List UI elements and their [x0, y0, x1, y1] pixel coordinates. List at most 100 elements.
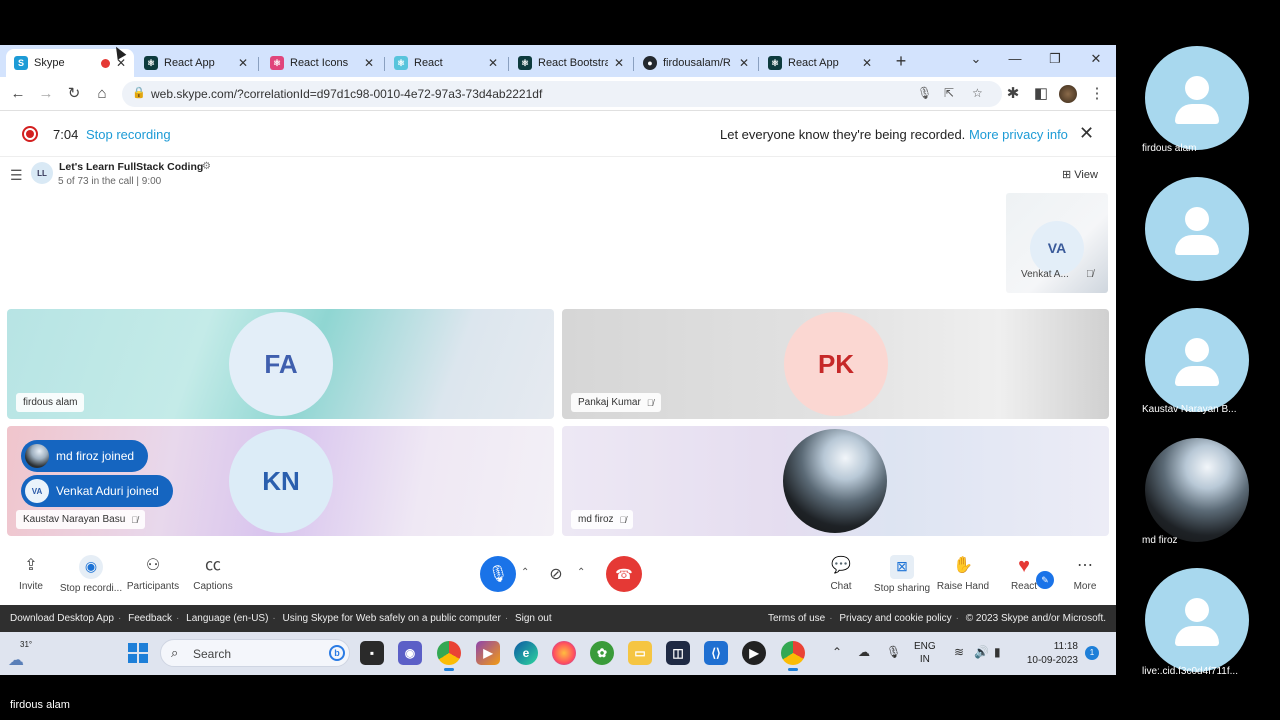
notification-badge[interactable]: 1 [1085, 646, 1099, 660]
close-tab-icon[interactable]: ✕ [739, 56, 749, 70]
task-view-icon[interactable]: ▪ [360, 641, 384, 665]
wifi-icon[interactable]: ≋ [954, 645, 964, 659]
battery-icon[interactable]: ▮ [994, 645, 1001, 659]
participant-avatar: PK [784, 312, 888, 416]
forward-icon[interactable]: → [36, 85, 56, 103]
participant-avatar: VA [25, 479, 49, 503]
sign-out-link[interactable]: Sign out [515, 613, 552, 624]
extensions-icon[interactable]: ✱ [1003, 85, 1023, 103]
group-name[interactable]: Let's Learn FullStack Coding [59, 161, 203, 173]
close-tab-icon[interactable]: ✕ [862, 56, 872, 70]
participant-thumbnail[interactable]: VA Venkat A... 🎙̸ [1006, 193, 1108, 293]
raise-hand-button[interactable]: ✋ Raise Hand [928, 555, 998, 592]
bookmark-star-icon[interactable]: ☆ [972, 86, 983, 100]
participant-photo[interactable] [1145, 438, 1249, 542]
participant-avatar[interactable] [1145, 568, 1249, 672]
download-app-link[interactable]: Download Desktop App [10, 613, 114, 624]
participant-name: live:.cid.f3c0d4f711f... [1142, 666, 1238, 677]
home-icon[interactable]: ⌂ [92, 85, 112, 103]
weather-widget[interactable]: 31° ☁ [8, 640, 38, 669]
tab-react[interactable]: ⚛ React ✕ [386, 49, 506, 77]
privacy-info-link[interactable]: More privacy info [969, 127, 1068, 142]
vscode-icon[interactable]: ⟨⟩ [704, 641, 728, 665]
tab-github[interactable]: ● firdousalam/R ✕ [635, 49, 757, 77]
share-page-icon[interactable]: ⇱ [944, 86, 954, 100]
app-green-icon[interactable]: ✿ [590, 641, 614, 665]
participant-avatar[interactable] [1145, 308, 1249, 412]
app-dark-icon[interactable]: ◫ [666, 641, 690, 665]
raise-hand-icon: ✋ [953, 557, 973, 574]
microphone-button[interactable]: 🎙 [480, 556, 516, 592]
recording-indicator-icon [100, 58, 110, 68]
menu-icon[interactable]: ☰ [10, 167, 23, 184]
back-icon[interactable]: ← [8, 85, 28, 103]
tab-separator [384, 57, 385, 71]
clock[interactable]: 11:18 10-09-2023 [1022, 640, 1078, 668]
language-link[interactable]: Language (en-US) [186, 613, 268, 624]
clipchamp-icon[interactable]: ▶ [476, 641, 500, 665]
settings-gear-icon[interactable]: ⚙ [202, 161, 211, 172]
edge-icon[interactable]: e [514, 641, 538, 665]
bing-icon: b [329, 645, 345, 661]
new-tab-button[interactable]: + [892, 52, 910, 71]
group-avatar[interactable]: LL [31, 162, 53, 184]
maximize-icon[interactable]: ❐ [1045, 51, 1065, 67]
chrome-icon-2[interactable] [781, 641, 805, 671]
tab-react-app[interactable]: ⚛ React App ✕ [136, 49, 256, 77]
stop-recording-link[interactable]: Stop recording [86, 127, 171, 142]
participant-avatar[interactable] [1145, 46, 1249, 150]
taskbar-search[interactable]: ⌕ Search b [160, 639, 350, 667]
participant-name: firdous alam [1142, 143, 1197, 154]
participant-avatar[interactable] [1145, 177, 1249, 281]
start-button[interactable] [128, 643, 148, 663]
minimize-icon[interactable]: — [1005, 51, 1025, 66]
browser-menu-icon[interactable]: ⋮ [1087, 85, 1107, 103]
address-bar[interactable]: 🔒 web.skype.com/?correlationId=d97d1c98-… [122, 81, 1002, 107]
media-player-icon[interactable]: ▶ [742, 641, 766, 665]
tray-chevron-icon[interactable]: ⌃ [832, 645, 842, 659]
view-button[interactable]: ⊞ View [1062, 168, 1098, 181]
privacy-link[interactable]: Privacy and cookie policy [839, 613, 951, 624]
tab-react-bootstrap[interactable]: ⚛ React Bootstra ✕ [510, 49, 632, 77]
edit-pencil-icon: ✎ [1036, 571, 1054, 589]
react-app-icon: ⚛ [768, 56, 782, 70]
tab-search-icon[interactable]: ⌄ [966, 51, 986, 67]
participant-tile[interactable]: FA firdous alam [7, 309, 554, 419]
close-tab-icon[interactable]: ✕ [488, 56, 498, 70]
tab-react-app-2[interactable]: ⚛ React App ✕ [760, 49, 880, 77]
teams-icon[interactable]: ◉ [398, 641, 422, 665]
volume-icon[interactable]: 🔊 [974, 645, 989, 659]
onedrive-icon[interactable]: ☁ [858, 645, 870, 659]
chrome-icon[interactable] [437, 641, 461, 671]
captions-button[interactable]: ㏄ Captions [178, 555, 248, 592]
close-window-icon[interactable]: ✕ [1086, 51, 1106, 67]
participant-tile[interactable]: KN Kaustav Narayan Basu 🎙̸ md firoz joine… [7, 426, 554, 536]
close-tab-icon[interactable]: ✕ [614, 56, 624, 70]
side-panel-icon[interactable]: ◧ [1031, 85, 1051, 103]
public-computer-link[interactable]: Using Skype for Web safely on a public c… [283, 613, 501, 624]
profile-avatar[interactable] [1059, 85, 1077, 103]
tab-react-icons[interactable]: ⚛ React Icons ✕ [262, 49, 382, 77]
close-tab-icon[interactable]: ✕ [238, 56, 248, 70]
video-options-chevron-icon[interactable]: ⌃ [577, 567, 585, 578]
close-banner-icon[interactable]: ✕ [1079, 123, 1094, 144]
microphone-tray-icon[interactable]: 🎙 [886, 645, 901, 659]
language-indicator[interactable]: ENG IN [914, 640, 936, 666]
reload-icon[interactable]: ↻ [64, 85, 84, 103]
hang-up-button[interactable]: ☎ [606, 556, 642, 592]
participant-tile[interactable]: PK Pankaj Kumar 🎙̸ [562, 309, 1109, 419]
close-tab-icon[interactable]: ✕ [364, 56, 374, 70]
mic-options-chevron-icon[interactable]: ⌃ [521, 567, 529, 578]
file-explorer-icon[interactable]: ▭ [628, 641, 652, 665]
microphone-icon[interactable]: 🎙 [917, 86, 932, 100]
terms-link[interactable]: Terms of use [768, 613, 825, 624]
video-off-button[interactable]: ⊘ [538, 556, 574, 592]
feedback-link[interactable]: Feedback [128, 613, 172, 624]
participant-photo [25, 444, 49, 468]
firefox-icon[interactable] [552, 641, 576, 665]
stop-recording-button[interactable]: ◉ Stop recordi... [56, 555, 126, 594]
chat-button[interactable]: 💬 Chat [806, 555, 876, 592]
browser-toolbar: ← → ↻ ⌂ 🔒 web.skype.com/?correlationId=d… [0, 77, 1116, 111]
stop-sharing-button[interactable]: ⊠ Stop sharing [867, 555, 937, 594]
more-button[interactable]: ⋯ More [1050, 555, 1116, 592]
